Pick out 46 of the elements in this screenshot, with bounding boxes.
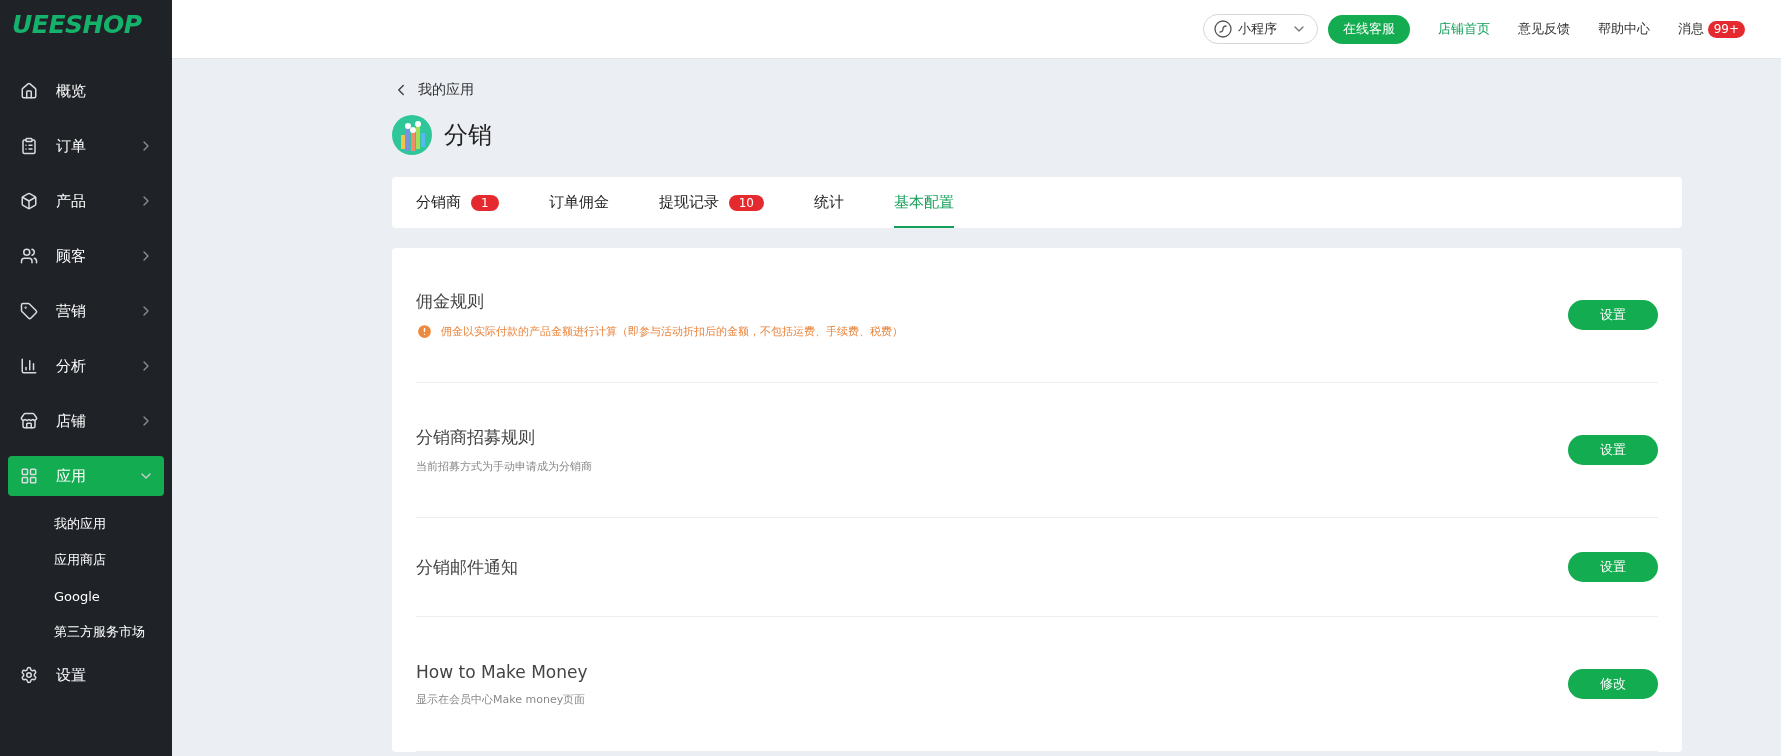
- users-icon: [20, 247, 38, 265]
- tab[interactable]: 基本配置: [893, 177, 954, 228]
- sidebar-item[interactable]: 分析: [8, 346, 164, 386]
- home-icon: [20, 82, 38, 100]
- page-title: 分销: [444, 120, 492, 151]
- message-count: 99+: [1707, 20, 1745, 38]
- store-icon: [20, 412, 38, 430]
- box-icon: [20, 192, 38, 210]
- setting-title: 分销邮件通知: [416, 555, 519, 579]
- tab-count: 10: [728, 194, 764, 211]
- tab[interactable]: 订单佣金: [548, 177, 609, 228]
- setting-title: 佣金规则: [416, 290, 485, 313]
- tab[interactable]: 提现记录 10: [658, 177, 764, 228]
- app-icon: [392, 115, 432, 155]
- bar-chart-icon: [20, 357, 38, 375]
- setting-note: 当前招募方式为手动申请成为分销商: [416, 459, 592, 474]
- setting-title: How to Make Money: [416, 661, 589, 682]
- sidebar-subitem[interactable]: Google: [54, 588, 100, 604]
- tab-count: 1: [471, 194, 499, 211]
- tag-icon: [20, 302, 38, 320]
- logo[interactable]: UEESHOP: [0, 0, 172, 66]
- sidebar-item[interactable]: 顾客: [8, 236, 164, 276]
- tab[interactable]: 分销商 1: [416, 177, 499, 228]
- setting-title: 分销商招募规则: [416, 426, 536, 449]
- sidebar-subitem[interactable]: 第三方服务市场: [54, 623, 145, 641]
- clipboard-icon: [20, 137, 38, 155]
- grid-icon: [20, 467, 38, 485]
- top-link[interactable]: 意见反馈: [1517, 20, 1570, 38]
- top-link[interactable]: 店铺首页: [1437, 20, 1490, 38]
- sidebar-item[interactable]: 产品: [8, 181, 164, 221]
- messages-link[interactable]: 消息: [1677, 20, 1704, 38]
- setting-note: 佣金以实际付款的产品金额进行计算（即参与活动折扣后的金额，不包括运费、手续费、税费）: [441, 324, 903, 339]
- sidebar-subitem[interactable]: 我的应用: [54, 515, 106, 533]
- tab[interactable]: 统计: [813, 177, 844, 228]
- setting-note: 显示在会员中心Make money页面: [416, 691, 586, 707]
- sidebar-item[interactable]: 概览: [8, 71, 164, 111]
- sidebar-item[interactable]: 设置: [8, 655, 164, 695]
- sidebar-item[interactable]: 营销: [8, 291, 164, 331]
- sidebar-item[interactable]: 订单: [8, 126, 164, 166]
- link-icon: [1213, 20, 1232, 38]
- warning-icon: [416, 323, 433, 340]
- sidebar-item[interactable]: 店铺: [8, 401, 164, 441]
- sidebar-subitem[interactable]: 应用商店: [54, 551, 106, 569]
- settings-icon: [20, 666, 38, 684]
- top-link[interactable]: 帮助中心: [1597, 20, 1650, 38]
- back-link[interactable]: 我的应用: [418, 81, 474, 99]
